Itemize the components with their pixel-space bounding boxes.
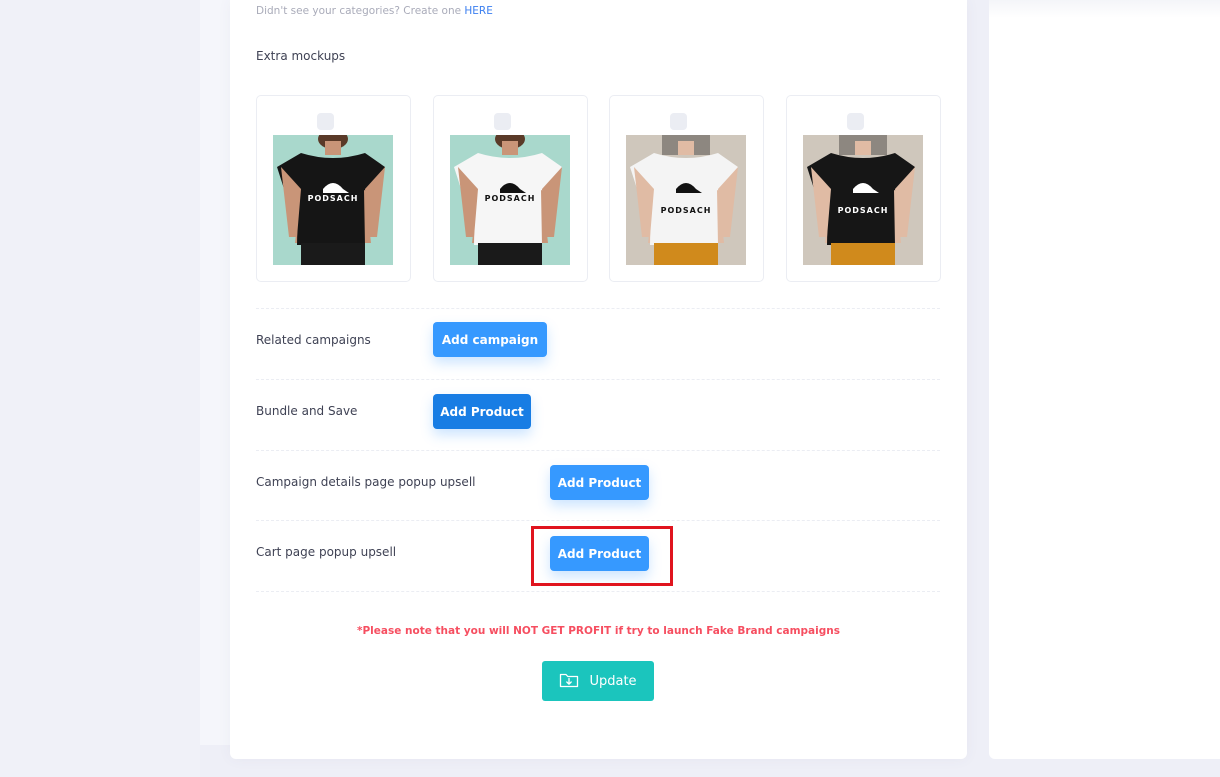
category-hint-text: Didn't see your categories? Create one: [256, 5, 462, 17]
page-background: [0, 0, 200, 777]
right-side-panel: [989, 0, 1220, 759]
cart-page-upsell-label: Cart page popup upsell: [256, 545, 397, 559]
fake-brand-warning: *Please note that you will NOT GET PROFI…: [357, 625, 840, 637]
update-label: Update: [589, 673, 637, 689]
mockup-card[interactable]: PODSACH: [609, 95, 764, 282]
mockup-image: PODSACH: [626, 135, 746, 265]
add-campaign-button[interactable]: Add campaign: [433, 322, 547, 357]
svg-text:PODSACH: PODSACH: [661, 206, 712, 215]
category-hint: Didn't see your categories? Create one H…: [256, 5, 493, 17]
row-divider: [256, 450, 940, 451]
row-divider: [256, 308, 940, 309]
extra-mockups-grid: PODSACH PODSACH PODSACH PODSACH: [256, 95, 941, 282]
related-campaigns-label: Related campaigns: [256, 333, 371, 347]
extra-mockups-label: Extra mockups: [256, 49, 346, 63]
campaign-upsell-add-product-button[interactable]: Add Product: [550, 465, 649, 500]
svg-text:PODSACH: PODSACH: [485, 194, 536, 203]
mockup-image: PODSACH: [273, 135, 393, 265]
tshirt-mockup-illustration: PODSACH: [626, 135, 746, 265]
mockup-image: PODSACH: [450, 135, 570, 265]
highlight-box: [531, 526, 673, 586]
bundle-and-save-label: Bundle and Save: [256, 404, 358, 418]
campaign-form-card: Didn't see your categories? Create one H…: [230, 0, 967, 759]
mockup-checkbox[interactable]: [317, 113, 334, 130]
campaign-details-upsell-label: Campaign details page popup upsell: [256, 475, 476, 489]
mockup-card[interactable]: PODSACH: [256, 95, 411, 282]
right-panel-header: [989, 0, 1220, 18]
mockup-checkbox[interactable]: [847, 113, 864, 130]
mockup-card[interactable]: PODSACH: [433, 95, 588, 282]
tshirt-mockup-illustration: PODSACH: [803, 135, 923, 265]
update-button[interactable]: Update: [542, 661, 654, 701]
mockup-image: PODSACH: [803, 135, 923, 265]
svg-text:PODSACH: PODSACH: [838, 206, 889, 215]
tshirt-mockup-illustration: PODSACH: [273, 135, 393, 265]
folder-download-icon: [559, 671, 579, 692]
mockup-checkbox[interactable]: [670, 113, 687, 130]
tshirt-mockup-illustration: PODSACH: [450, 135, 570, 265]
mockup-checkbox[interactable]: [494, 113, 511, 130]
create-category-link[interactable]: HERE: [464, 5, 492, 17]
row-divider: [256, 520, 940, 521]
row-divider: [256, 379, 940, 380]
mockup-card[interactable]: PODSACH: [786, 95, 941, 282]
page-background-shade: [200, 0, 230, 745]
bundle-add-product-button[interactable]: Add Product: [433, 394, 531, 429]
svg-text:PODSACH: PODSACH: [308, 194, 359, 203]
row-divider: [256, 591, 940, 592]
